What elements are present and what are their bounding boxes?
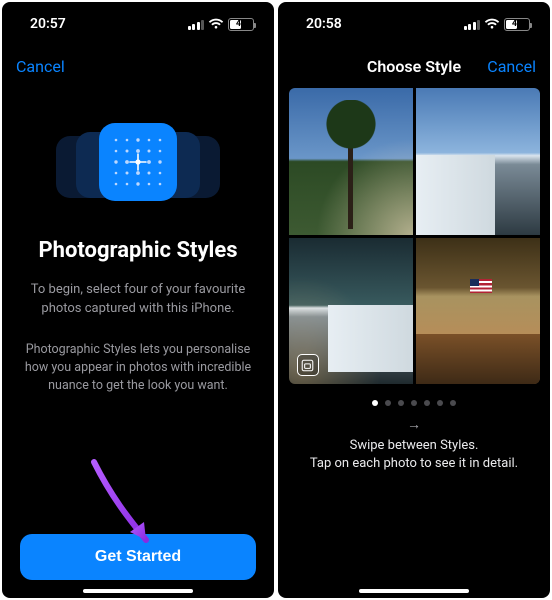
screen-intro: 20:57 45 Cancel xyxy=(2,2,274,598)
status-right: 45 xyxy=(464,18,531,31)
style-variant-icon[interactable] xyxy=(297,354,319,376)
page-dot-5[interactable] xyxy=(424,400,430,406)
page-dot-6[interactable] xyxy=(437,400,443,406)
cellular-signal-icon xyxy=(464,19,481,30)
cancel-button[interactable]: Cancel xyxy=(16,57,65,76)
intro-description: Photographic Styles lets you personalise… xyxy=(20,341,256,395)
preview-photo-4[interactable] xyxy=(416,238,540,385)
battery-icon: 45 xyxy=(228,18,254,31)
hint-line-2: Tap on each photo to see it in detail. xyxy=(288,455,540,473)
style-grid-icon xyxy=(99,123,177,201)
hint-text: Swipe between Styles. Tap on each photo … xyxy=(288,437,540,473)
choose-style-content: → Swipe between Styles. Tap on each phot… xyxy=(278,86,550,598)
swipe-arrow-icon: → xyxy=(288,416,540,433)
page-indicator xyxy=(288,400,540,406)
screen-choose-style: 20:58 45 Choose Style Cancel xyxy=(278,2,550,598)
wifi-icon xyxy=(484,18,500,30)
home-indicator[interactable] xyxy=(359,589,469,593)
preview-photo-1[interactable] xyxy=(289,88,413,235)
status-bar: 20:57 45 xyxy=(2,2,274,46)
cancel-button[interactable]: Cancel xyxy=(487,57,536,76)
cellular-signal-icon xyxy=(188,19,205,30)
page-title: Photographic Styles xyxy=(38,238,237,263)
page-dot-7[interactable] xyxy=(450,400,456,406)
home-indicator[interactable] xyxy=(83,589,193,593)
page-dot-3[interactable] xyxy=(398,400,404,406)
intro-subtitle: To begin, select four of your favourite … xyxy=(20,281,256,319)
nav-bar: Choose Style Cancel xyxy=(278,46,550,86)
wifi-icon xyxy=(208,18,224,30)
intro-content: Photographic Styles To begin, select fou… xyxy=(2,86,274,598)
nav-bar: Cancel xyxy=(2,46,274,86)
status-right: 45 xyxy=(188,18,255,31)
hero-graphic xyxy=(20,92,256,232)
style-preview-grid[interactable] xyxy=(289,88,540,384)
get-started-button[interactable]: Get Started xyxy=(20,534,256,580)
hint-line-1: Swipe between Styles. xyxy=(288,437,540,455)
battery-icon: 45 xyxy=(504,18,530,31)
page-dot-4[interactable] xyxy=(411,400,417,406)
status-time: 20:58 xyxy=(306,16,342,32)
page-dot-1[interactable] xyxy=(372,400,378,406)
page-dot-2[interactable] xyxy=(385,400,391,406)
status-bar: 20:58 45 xyxy=(278,2,550,46)
status-time: 20:57 xyxy=(30,16,66,32)
preview-photo-2[interactable] xyxy=(416,88,540,235)
